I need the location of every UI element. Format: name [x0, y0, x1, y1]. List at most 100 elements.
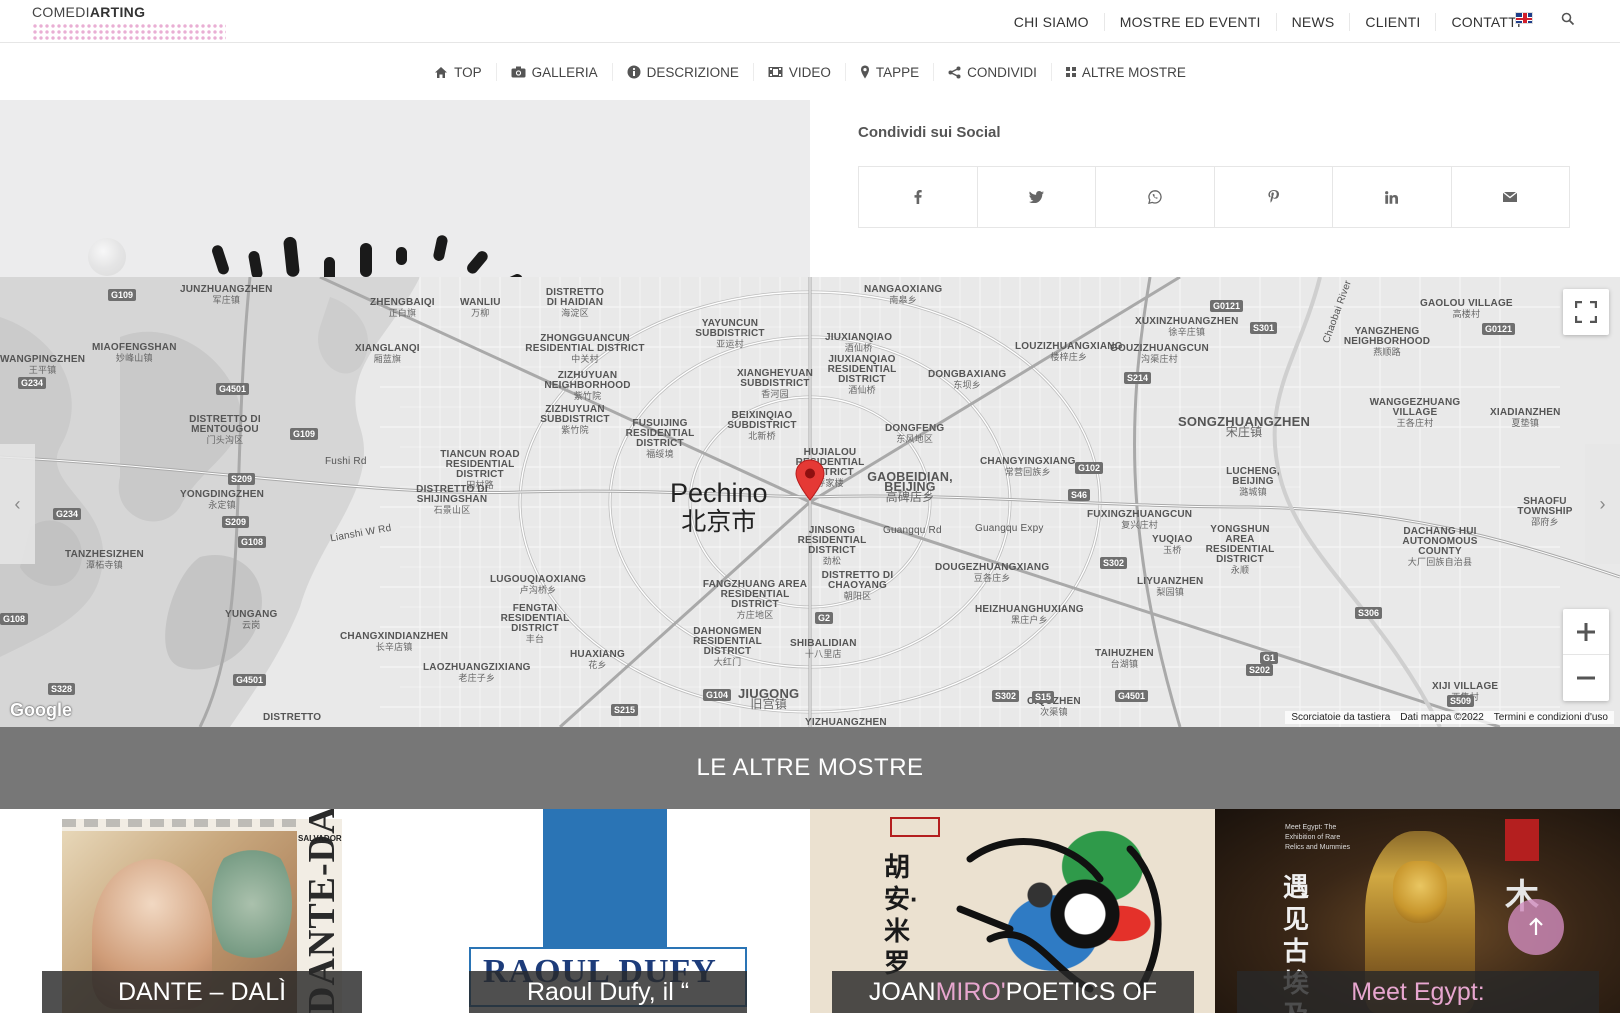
map-label: CHANGXINDIANZHEN 长辛店镇 — [340, 631, 449, 653]
nav-clienti[interactable]: CLIENTI — [1349, 12, 1435, 31]
chevron-left-icon: ‹ — [14, 493, 21, 514]
highway-shield: S301 — [1250, 322, 1278, 334]
logo-text: COMEDI — [32, 4, 90, 20]
highway-shield: S209 — [222, 516, 250, 528]
highway-shield: G104 — [703, 689, 732, 701]
map-label: DONGFENG 东风地区 — [885, 423, 945, 445]
map-label: DACHANG HUI AUTONOMOUS COUNTY 大厂回族自治县 — [1402, 526, 1478, 568]
google-logo[interactable]: Google — [10, 700, 72, 721]
search-icon[interactable] — [1561, 12, 1575, 26]
keyboard-shortcuts-link[interactable]: Scorciatoie da tastiera — [1291, 712, 1390, 723]
map-label: GOUZIZHUANGCUN 沟渠庄村 — [1110, 343, 1209, 365]
highway-shield: S302 — [992, 690, 1020, 702]
road-name: Guangqu Expy — [975, 523, 1044, 534]
map-label: YUQIAO 玉桥 — [1152, 534, 1193, 556]
section-navigation: TOP GALLERIA DESCRIZIONE VIDEO TAPPE CON… — [0, 44, 1620, 100]
subnav-top[interactable]: TOP — [420, 63, 496, 81]
highway-shield: G2 — [815, 612, 834, 624]
map-city-label: Pechino 北京市 — [670, 478, 768, 537]
email-icon — [1503, 192, 1518, 202]
map-zoom-controls — [1563, 609, 1609, 701]
comediarting-logo[interactable]: COMEDIARTING — [32, 4, 232, 41]
highway-shield: G4501 — [233, 674, 267, 686]
exhibition-caption: DANTE – DALÌ — [42, 971, 362, 1013]
share-buttons — [858, 166, 1570, 228]
map-label: FUXINGZHUANGCUN 复兴庄村 — [1087, 509, 1193, 531]
highway-shield: S46 — [1068, 489, 1091, 501]
map-label: ZIZHUYUAN SUBDISTRICT 紫竹院 — [540, 404, 610, 436]
linkedin-icon — [1385, 190, 1399, 204]
map-label: YIZHUANGZHEN — [805, 717, 887, 728]
highway-shield: S328 — [48, 683, 76, 695]
nav-chi-siamo[interactable]: CHI SIAMO — [999, 13, 1104, 31]
map-label: MIAOFENGSHAN 妙峰山镇 — [92, 342, 177, 364]
map-label: DISTRETTO DI HAIDIAN 海淀区 — [545, 287, 605, 319]
map-label: LAOZHUANGZIXIANG 老庄子乡 — [423, 662, 531, 684]
whatsapp-icon — [1147, 190, 1162, 204]
highway-shield: G108 — [238, 536, 267, 548]
other-exhibitions-header: LE ALTRE MOSTRE — [0, 727, 1620, 809]
exhibition-caption: Meet Egypt: — [1237, 971, 1599, 1013]
map-label: YANGZHENG NEIGHBORHOOD 燕顺路 — [1343, 326, 1431, 358]
map-fullscreen-button[interactable] — [1563, 289, 1609, 335]
map-label: LUGOUQIAOXIANG 卢沟桥乡 — [490, 574, 587, 596]
pinterest-icon — [1268, 190, 1279, 203]
share-email-button[interactable] — [1450, 167, 1570, 227]
logo-text-bold: ARTING — [89, 4, 146, 20]
plus-icon — [1577, 622, 1595, 641]
exhibition-card-raoul-dufy[interactable]: RAOUL DUFY Raoul Dufy, il “ — [405, 809, 810, 1013]
exhibition-caption: Raoul Dufy, il “ — [469, 971, 747, 1013]
loading-bubble — [88, 238, 126, 276]
map-label: CHANGYINGXIANG 常营回族乡 — [980, 456, 1076, 478]
map-tappe[interactable]: JUNZHUANGZHEN 军庄镇 ZHENGBAIQI 正白旗 WANLIU 万柳 … — [0, 277, 1620, 727]
map-label: BEIXINQIAO SUBDISTRICT 北新桥 — [727, 410, 797, 442]
share-twitter-button[interactable] — [976, 167, 1096, 227]
highway-shield: G109 — [290, 428, 319, 440]
share-section: Condividi sui Social — [810, 100, 1620, 277]
highway-shield: G102 — [1075, 462, 1104, 474]
share-whatsapp-button[interactable] — [1095, 167, 1214, 227]
twitter-icon — [1028, 191, 1044, 203]
nav-news[interactable]: NEWS — [1275, 12, 1350, 31]
slider-next-button[interactable]: › — [1585, 444, 1620, 564]
terms-link[interactable]: Termini e condizioni d'uso — [1494, 712, 1608, 723]
subnav-altre-mostre[interactable]: ALTRE MOSTRE — [1050, 63, 1200, 81]
subnav-video[interactable]: VIDEO — [752, 63, 845, 81]
zoom-out-button[interactable] — [1563, 655, 1609, 701]
slider-prev-button[interactable]: ‹ — [0, 444, 35, 564]
map-label: DISTRETTO — [263, 712, 322, 723]
main-navigation: CHI SIAMO MOSTRE ED EVENTI NEWS CLIENTI … — [999, 0, 1536, 43]
map-label: YUNGANG 云岗 — [225, 609, 278, 631]
map-label: WANLIU 万柳 — [460, 297, 501, 319]
map-label: SHIBALIDIAN 十八里店 — [790, 638, 857, 660]
facebook-icon — [914, 190, 922, 204]
map-label: DOUGEZHUANGXIANG 豆各庄乡 — [935, 562, 1050, 584]
share-linkedin-button[interactable] — [1332, 167, 1451, 227]
subnav-condividi[interactable]: CONDIVIDI — [933, 63, 1051, 81]
chevron-right-icon: › — [1599, 493, 1606, 514]
map-marker-icon[interactable] — [795, 459, 825, 501]
highway-shield: G108 — [0, 613, 29, 625]
exhibition-card-joan-miro[interactable]: 胡安·米罗 JOAN MIRO' POETICS OF — [810, 809, 1215, 1013]
english-flag-icon[interactable] — [1515, 12, 1533, 24]
map-label: JIUXIANQIAO RESIDENTIAL DISTRICT 酒仙桥 — [827, 354, 897, 396]
zoom-in-button[interactable] — [1563, 609, 1609, 655]
poster-subtitle: SALVADOR — [298, 834, 342, 843]
share-facebook-button[interactable] — [859, 167, 977, 227]
map-label: WANGGEZHUANG VILLAGE 王各庄村 — [1369, 397, 1461, 429]
subnav-galleria[interactable]: GALLERIA — [495, 63, 612, 81]
exhibition-card-dante-dali[interactable]: DANTE-DALÍ SALVADOR DANTE – DALÌ — [0, 809, 405, 1013]
nav-mostre-ed-eventi[interactable]: MOSTRE ED EVENTI — [1103, 12, 1276, 31]
site-header: COMEDIARTING CHI SIAMO MOSTRE ED EVENTI … — [0, 0, 1620, 43]
back-to-top-button[interactable] — [1508, 899, 1564, 955]
map-label: DAHONGMEN RESIDENTIAL DISTRICT 大红门 — [693, 626, 762, 668]
map-label: TAIHUZHEN 台湖镇 — [1095, 648, 1154, 670]
subnav-descrizione[interactable]: DESCRIZIONE — [611, 63, 753, 81]
share-pinterest-button[interactable] — [1213, 167, 1333, 227]
map-label: XIANGLANQI 厢蓝旗 — [355, 343, 420, 365]
subnav-tappe[interactable]: TAPPE — [844, 63, 933, 81]
map-label: LOUZIZHUANGXIANG 楼梓庄乡 — [1015, 341, 1123, 363]
map-label: FANGZHUANG AREA RESIDENTIAL DISTRICT 方庄地区 — [702, 579, 808, 621]
map-label: DONGBAXIANG 东坝乡 — [928, 369, 1007, 391]
map-label: YAYUNCUN SUBDISTRICT 亚运村 — [695, 318, 765, 350]
